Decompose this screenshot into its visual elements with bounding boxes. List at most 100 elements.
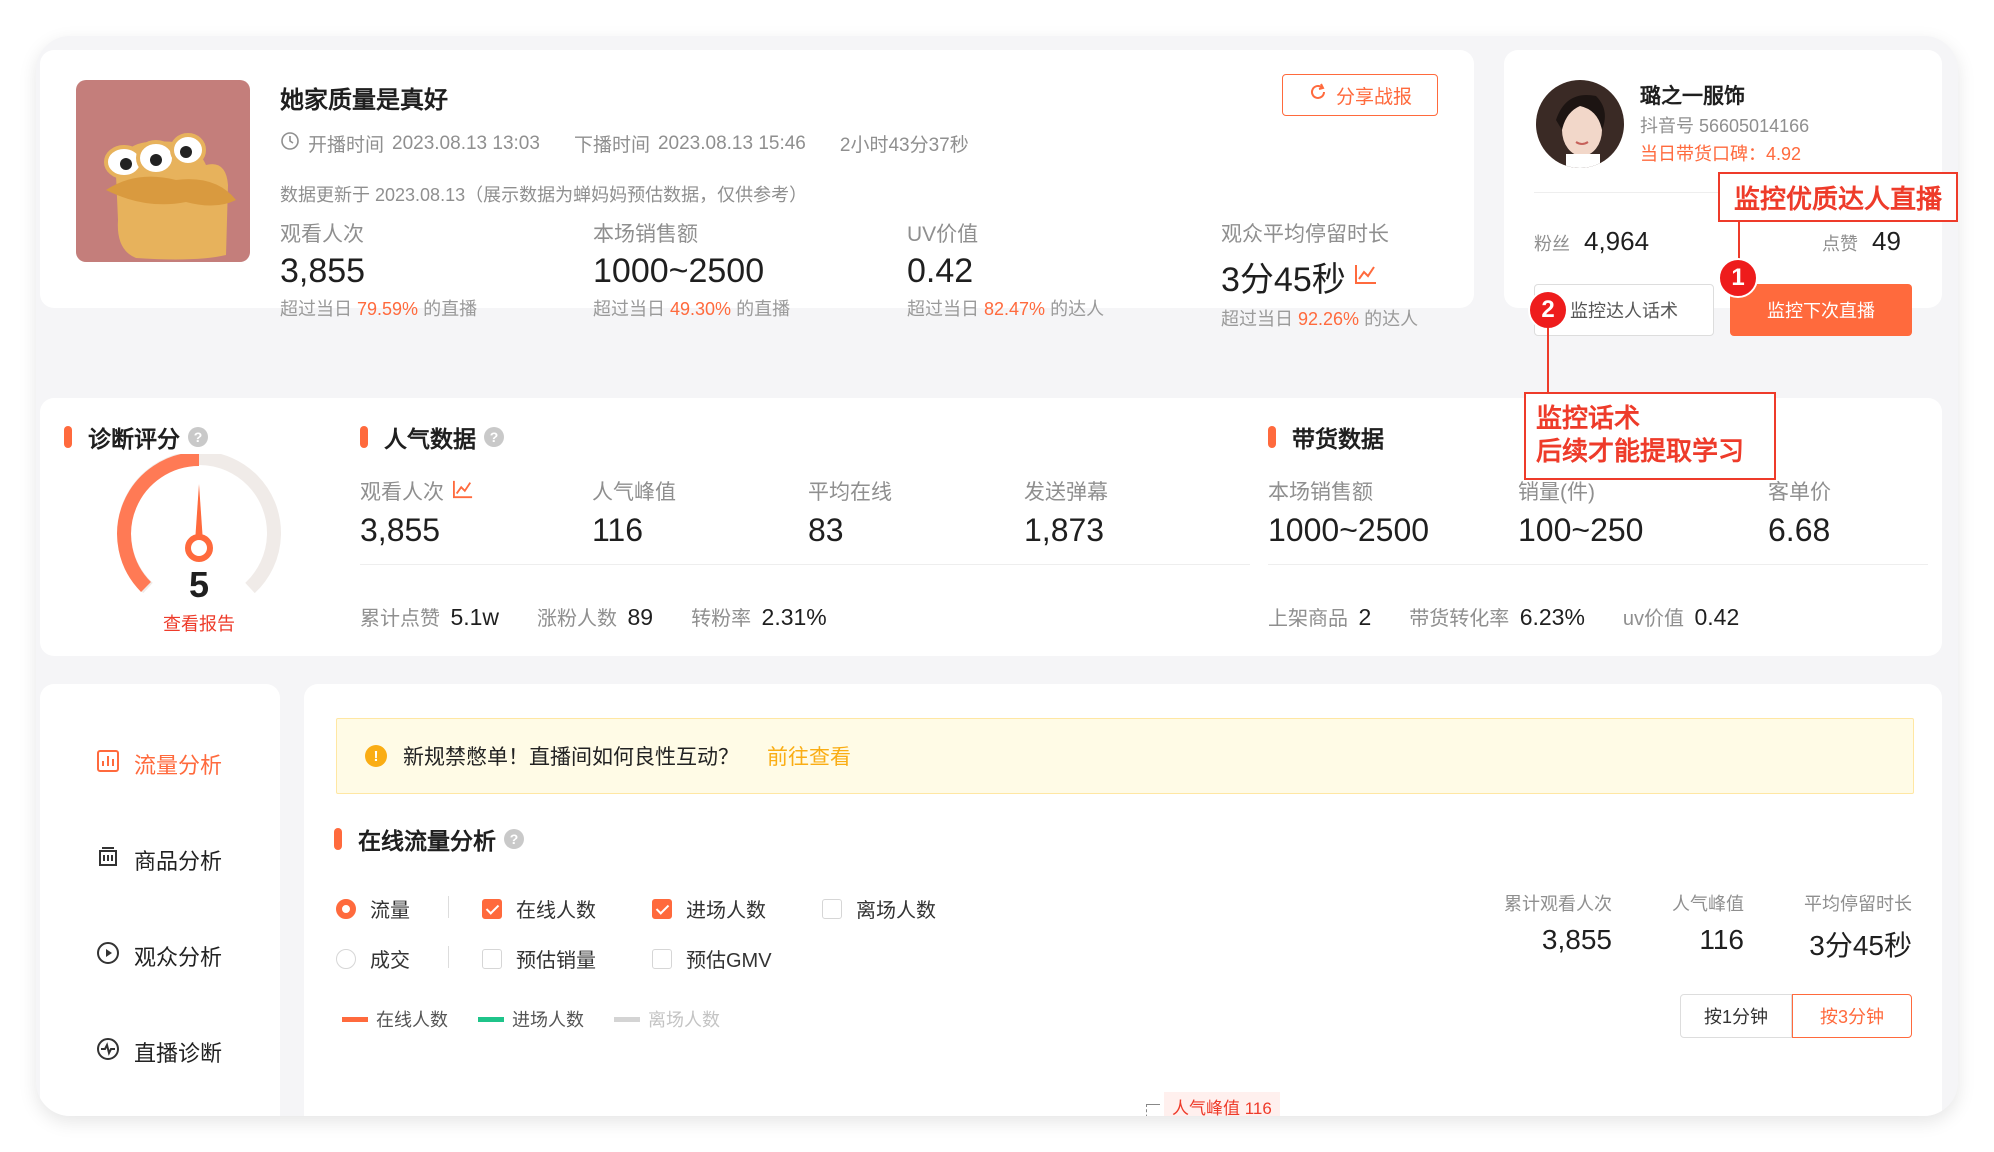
annotation-box-monitor-script: 监控话术 后续才能提取学习 <box>1524 392 1776 480</box>
app-frame: 她家质量是真好 分享战报 开播时间 2023.08.13 13:03 下播时间 … <box>36 36 1958 1116</box>
sales-metric: 客单价 6.68 <box>1768 481 1831 548</box>
section-marker <box>360 426 368 448</box>
stat-label: 观众平均停留时长 <box>1221 223 1389 246</box>
streamer-name[interactable]: 璐之一服饰 <box>1640 80 1745 110</box>
header-stat-3: 观众平均停留时长 3分45秒 超过当日 92.26% 的达人 <box>1221 218 1418 331</box>
end-time: 2023.08.13 15:46 <box>657 132 806 154</box>
sidebar-item-products[interactable]: 商品分析 <box>96 844 222 876</box>
traffic-title: 在线流量分析 ? <box>334 822 524 856</box>
stat-compare: 超过当日 82.47% 的达人 <box>907 299 1105 319</box>
section-marker <box>334 828 342 850</box>
annotation-box-monitor-streamer: 监控优质达人直播 <box>1718 172 1958 222</box>
trend-chart-icon[interactable] <box>1354 263 1378 290</box>
radio-indicator[interactable] <box>336 948 356 969</box>
popularity-metric: 平均在线 83 <box>808 481 892 548</box>
trend-chart-icon[interactable] <box>452 479 474 504</box>
notice-text: 新规禁憋单！直播间如何良性互动？ <box>403 746 739 769</box>
summary-item: 累计观看人次 3,855 <box>1504 894 1612 955</box>
diagnosis-title: 诊断评分 ? <box>64 420 208 454</box>
radio-indicator[interactable] <box>336 898 356 919</box>
legend-item[interactable]: 在线人数 <box>342 1006 448 1032</box>
sidebar-item-audience[interactable]: 观众分析 <box>96 940 222 972</box>
start-time-label: 开播时间 <box>308 135 385 156</box>
checkbox-indicator[interactable] <box>482 898 502 919</box>
peak-label: 人气峰值 116 <box>1164 1092 1280 1116</box>
monitor-next-live-button[interactable]: 监控下次直播 <box>1730 284 1912 336</box>
view-report-link[interactable]: 查看报告 <box>40 610 358 636</box>
live-summary-card: 她家质量是真好 分享战报 开播时间 2023.08.13 13:03 下播时间 … <box>40 50 1474 329</box>
start-time: 2023.08.13 13:03 <box>392 132 540 154</box>
share-report-button[interactable]: 分享战报 <box>1282 74 1438 116</box>
interval-3min-button[interactable]: 按3分钟 <box>1792 994 1912 1038</box>
notice-link[interactable]: 前往查看 <box>767 741 851 771</box>
pulse-icon <box>96 1037 120 1067</box>
interval-1min-button[interactable]: 按1分钟 <box>1680 994 1792 1038</box>
checkbox-indicator[interactable] <box>822 898 842 919</box>
douyin-id: 抖音号 56605014166 <box>1640 116 1810 136</box>
chart-icon <box>96 749 120 779</box>
option-divider <box>448 896 449 918</box>
play-circle-icon <box>96 941 120 971</box>
sales-title: 带货数据 <box>1268 420 1384 454</box>
sales-divider <box>1268 564 1928 565</box>
avatar[interactable] <box>1536 80 1624 168</box>
sales-extra-row: 上架商品 2 带货转化率 6.23% uv价值 0.42 <box>1268 604 1740 630</box>
checkbox-indicator[interactable] <box>482 948 502 969</box>
checkbox-est-sales[interactable]: 预估销量 <box>482 944 596 973</box>
popularity-title: 人气数据 ? <box>360 420 504 454</box>
radio-traffic[interactable]: 流量 <box>336 894 410 923</box>
option-divider <box>448 946 449 968</box>
legend-item[interactable]: 离场人数 <box>614 1006 720 1032</box>
section-marker <box>64 426 72 448</box>
header-stat-2: UV价值 0.42 超过当日 82.47% 的达人 <box>907 218 1104 321</box>
annotation-connector-2 <box>1547 328 1549 392</box>
summary-item: 平均停留时长 3分45秒 <box>1804 894 1912 961</box>
legend-item[interactable]: 进场人数 <box>478 1006 584 1032</box>
header-stat-1: 本场销售额 1000~2500 超过当日 49.30% 的直播 <box>593 218 790 321</box>
stat-compare: 超过当日 92.26% 的达人 <box>1221 309 1419 329</box>
interval-toggle: 按1分钟 按3分钟 <box>1680 994 1912 1038</box>
refresh-share-icon <box>1308 82 1328 108</box>
sidebar-item-label: 观众分析 <box>134 945 223 970</box>
sidebar-item-label: 流量分析 <box>134 753 223 778</box>
help-icon[interactable]: ? <box>484 427 504 447</box>
checkbox-indicator[interactable] <box>652 898 672 919</box>
stat-label: UV价值 <box>907 223 979 246</box>
popularity-extra-row: 累计点赞 5.1w 涨粉人数 89 转粉率 2.31% <box>360 604 827 630</box>
traffic-panel: ! 新规禁憋单！直播间如何良性互动？ 前往查看 在线流量分析 ? 流量 在线人数… <box>304 684 1942 1116</box>
sidebar-item-label: 商品分析 <box>134 849 223 874</box>
stat-value: 0.42 <box>907 252 974 290</box>
likes-count: 点赞 49 <box>1822 226 1901 256</box>
diagnosis-score: 5 <box>188 564 210 605</box>
sidebar-item-traffic[interactable]: 流量分析 <box>96 748 222 780</box>
notice-banner: ! 新规禁憋单！直播间如何良性互动？ 前往查看 <box>336 718 1914 794</box>
chart-legend: 在线人数 进场人数 离场人数 <box>342 1006 720 1032</box>
checkbox-est-gmv[interactable]: 预估GMV <box>652 944 772 973</box>
traffic-summary: 累计观看人次 3,855 人气峰值 116 平均停留时长 3分45秒 <box>1504 890 1912 964</box>
peak-marker-line <box>1146 1104 1147 1116</box>
annotation-marker-1: 1 <box>1718 258 1758 298</box>
radio-deal[interactable]: 成交 <box>336 944 410 973</box>
fans-count: 粉丝 4,964 <box>1534 226 1650 256</box>
popularity-metric: 人气峰值 116 <box>592 481 676 548</box>
stat-value: 3,855 <box>280 252 366 290</box>
checkbox-leave[interactable]: 离场人数 <box>822 894 936 923</box>
sidebar-item-diagnosis[interactable]: 直播诊断 <box>96 1036 222 1068</box>
sales-metric: 销量(件) 100~250 <box>1518 481 1644 548</box>
section-marker <box>1268 426 1276 448</box>
sidebar-item-label: 直播诊断 <box>134 1041 223 1066</box>
annotation-marker-2: 2 <box>1528 290 1568 330</box>
checkbox-online[interactable]: 在线人数 <box>482 894 596 923</box>
stat-compare: 超过当日 79.59% 的直播 <box>280 299 478 319</box>
summary-item: 人气峰值 116 <box>1672 894 1744 955</box>
analysis-sidebar: 流量分析 商品分析 观众分析 直播诊断 <box>40 684 280 1116</box>
stat-value: 3分45秒 <box>1221 261 1346 299</box>
live-cover-image[interactable] <box>76 80 250 262</box>
shop-icon <box>96 845 120 875</box>
help-icon[interactable]: ? <box>188 427 208 447</box>
stat-compare: 超过当日 49.30% 的直播 <box>593 299 791 319</box>
checkbox-enter[interactable]: 进场人数 <box>652 894 766 923</box>
checkbox-indicator[interactable] <box>652 948 672 969</box>
help-icon[interactable]: ? <box>504 829 524 849</box>
live-title: 她家质量是真好 <box>280 87 448 114</box>
